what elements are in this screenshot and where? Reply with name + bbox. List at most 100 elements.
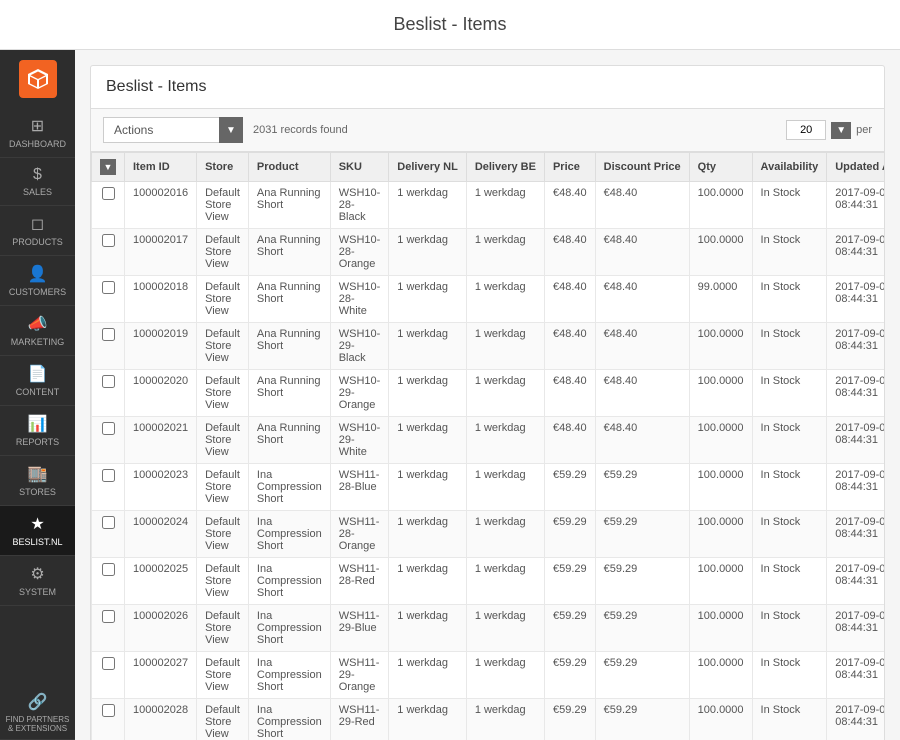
cell-item-id: 100002023 — [125, 464, 197, 511]
cell-avail: In Stock — [752, 652, 827, 699]
cell-item-id: 100002020 — [125, 370, 197, 417]
col-qty[interactable]: Qty — [689, 153, 752, 182]
row-checkbox-cell[interactable] — [92, 370, 125, 417]
sidebar-item-content-label: CONTENT — [16, 387, 60, 397]
cell-store: Default Store View — [197, 605, 249, 652]
col-sku[interactable]: SKU — [330, 153, 389, 182]
row-checkbox-cell[interactable] — [92, 229, 125, 276]
cell-del-nl: 1 werkdag — [389, 229, 467, 276]
cell-updated: 2017-09-07 08:44:31 — [827, 229, 884, 276]
cell-item-id: 100002016 — [125, 182, 197, 229]
table-row: 100002019 Default Store View Ana Running… — [92, 323, 885, 370]
row-checkbox[interactable] — [102, 657, 115, 670]
cell-del-be: 1 werkdag — [466, 558, 544, 605]
cell-price: €59.29 — [544, 699, 595, 740]
sidebar-item-stores[interactable]: 🏬 STORES — [0, 456, 75, 506]
per-page-input[interactable] — [786, 120, 826, 140]
select-all-header[interactable]: ▼ — [92, 153, 125, 182]
panel-header: Beslist - Items — [91, 66, 884, 109]
col-store[interactable]: Store — [197, 153, 249, 182]
per-page-arrow-button[interactable]: ▼ — [831, 122, 851, 139]
col-product[interactable]: Product — [248, 153, 330, 182]
row-checkbox[interactable] — [102, 610, 115, 623]
cell-sku: WSH10-28-Orange — [330, 229, 389, 276]
sidebar-item-beslist[interactable]: ★ BESLIST.NL — [0, 506, 75, 556]
select-all-icon[interactable]: ▼ — [100, 159, 116, 175]
cell-store: Default Store View — [197, 558, 249, 605]
col-item-id[interactable]: Item ID — [125, 153, 197, 182]
row-checkbox-cell[interactable] — [92, 182, 125, 229]
col-discount-price[interactable]: Discount Price — [595, 153, 689, 182]
row-checkbox[interactable] — [102, 469, 115, 482]
cell-del-nl: 1 werkdag — [389, 605, 467, 652]
sidebar-logo[interactable] — [19, 60, 57, 98]
sidebar-item-dashboard[interactable]: ⊞ DASHBOARD — [0, 108, 75, 158]
cell-product: Ana Running Short — [248, 370, 330, 417]
sidebar-item-products-label: PRODUCTS — [12, 237, 63, 247]
col-price[interactable]: Price — [544, 153, 595, 182]
cell-del-nl: 1 werkdag — [389, 652, 467, 699]
row-checkbox[interactable] — [102, 516, 115, 529]
row-checkbox[interactable] — [102, 704, 115, 717]
sidebar-item-marketing[interactable]: 📣 MARKETING — [0, 306, 75, 356]
sidebar-item-partners[interactable]: 🔗 FIND PARTNERS & EXTENSIONS — [0, 686, 75, 740]
cell-del-be: 1 werkdag — [466, 229, 544, 276]
actions-select[interactable]: Actions — [103, 117, 243, 143]
beslist-icon: ★ — [30, 514, 44, 534]
cell-qty: 100.0000 — [689, 652, 752, 699]
sidebar-item-reports[interactable]: 📊 REPORTS — [0, 406, 75, 456]
cell-discount: €59.29 — [595, 464, 689, 511]
cell-updated: 2017-09-07 08:44:31 — [827, 511, 884, 558]
cell-sku: WSH11-29-Orange — [330, 652, 389, 699]
row-checkbox-cell[interactable] — [92, 323, 125, 370]
sidebar-item-sales[interactable]: $ SALES — [0, 158, 75, 206]
sidebar-item-system[interactable]: ⚙ SYSTEM — [0, 556, 75, 606]
col-availability[interactable]: Availability — [752, 153, 827, 182]
row-checkbox-cell[interactable] — [92, 464, 125, 511]
row-checkbox-cell[interactable] — [92, 558, 125, 605]
row-checkbox-cell[interactable] — [92, 699, 125, 740]
row-checkbox[interactable] — [102, 563, 115, 576]
table-row: 100002016 Default Store View Ana Running… — [92, 182, 885, 229]
row-checkbox-cell[interactable] — [92, 605, 125, 652]
dashboard-icon: ⊞ — [31, 116, 44, 136]
sidebar-item-stores-label: STORES — [19, 487, 56, 497]
cell-item-id: 100002021 — [125, 417, 197, 464]
cell-discount: €59.29 — [595, 605, 689, 652]
col-delivery-be[interactable]: Delivery BE — [466, 153, 544, 182]
cell-price: €59.29 — [544, 558, 595, 605]
row-checkbox-cell[interactable] — [92, 276, 125, 323]
cell-discount: €48.40 — [595, 229, 689, 276]
sidebar-item-content[interactable]: 📄 CONTENT — [0, 356, 75, 406]
row-checkbox-cell[interactable] — [92, 417, 125, 464]
main-content: Beslist - Items Actions ▼ 2031 records f… — [75, 50, 900, 740]
row-checkbox[interactable] — [102, 187, 115, 200]
cell-updated: 2017-09-07 08:44:31 — [827, 464, 884, 511]
row-checkbox[interactable] — [102, 328, 115, 341]
cell-updated: 2017-09-07 08:44:31 — [827, 370, 884, 417]
cell-store: Default Store View — [197, 464, 249, 511]
row-checkbox[interactable] — [102, 281, 115, 294]
table-row: 100002023 Default Store View Ina Compres… — [92, 464, 885, 511]
cell-price: €48.40 — [544, 276, 595, 323]
sidebar-item-customers[interactable]: 👤 CUSTOMERS — [0, 256, 75, 306]
cell-qty: 100.0000 — [689, 464, 752, 511]
cell-del-be: 1 werkdag — [466, 511, 544, 558]
cell-qty: 100.0000 — [689, 699, 752, 740]
row-checkbox[interactable] — [102, 234, 115, 247]
row-checkbox[interactable] — [102, 422, 115, 435]
table-row: 100002021 Default Store View Ana Running… — [92, 417, 885, 464]
cell-del-be: 1 werkdag — [466, 323, 544, 370]
col-updated-at[interactable]: Updated At — [827, 153, 884, 182]
row-checkbox[interactable] — [102, 375, 115, 388]
products-icon: ◻ — [31, 214, 44, 234]
row-checkbox-cell[interactable] — [92, 652, 125, 699]
cell-product: Ina Compression Short — [248, 652, 330, 699]
row-checkbox-cell[interactable] — [92, 511, 125, 558]
content-icon: 📄 — [28, 364, 48, 384]
cell-product: Ina Compression Short — [248, 464, 330, 511]
per-page-wrapper: ▼ per — [786, 120, 872, 140]
col-delivery-nl[interactable]: Delivery NL — [389, 153, 467, 182]
sidebar-item-products[interactable]: ◻ PRODUCTS — [0, 206, 75, 256]
actions-select-wrapper[interactable]: Actions ▼ — [103, 117, 243, 143]
